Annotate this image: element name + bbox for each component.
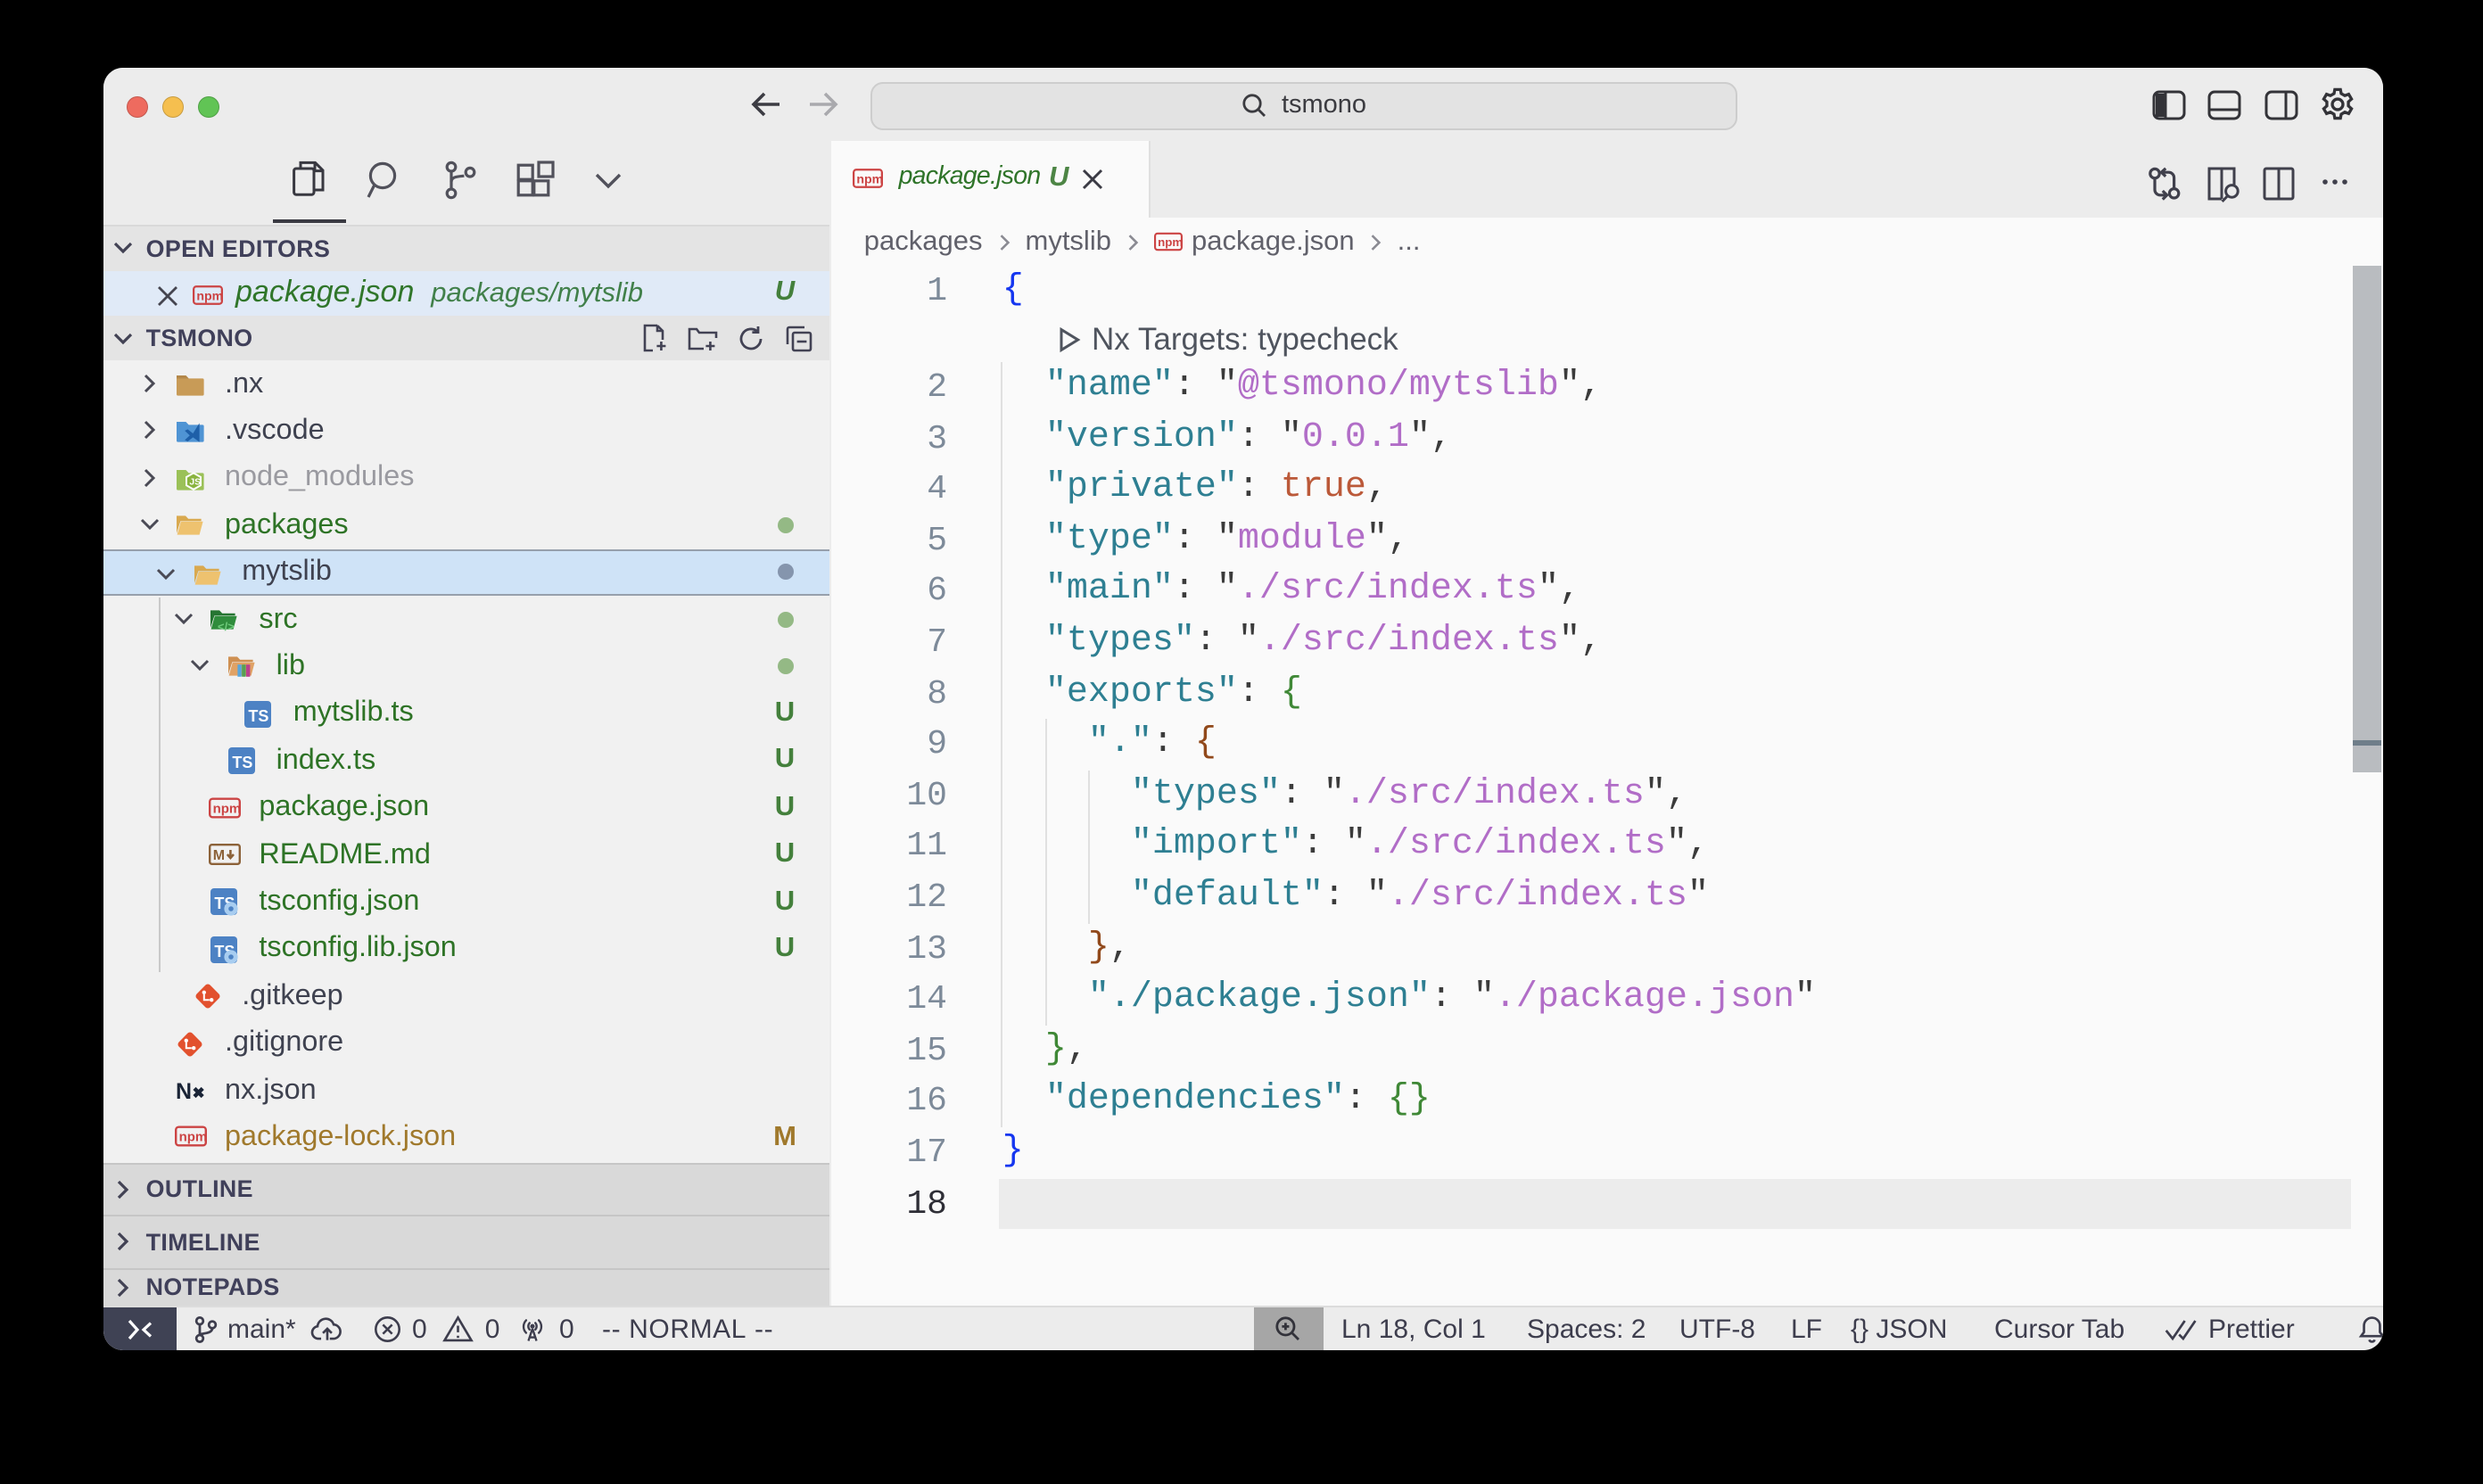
svg-text:N: N bbox=[176, 1079, 192, 1104]
svg-text:TS: TS bbox=[249, 707, 269, 725]
svg-text:npm: npm bbox=[179, 1130, 207, 1145]
svg-text:TS: TS bbox=[232, 754, 252, 772]
svg-text:npm: npm bbox=[195, 290, 222, 304]
svg-text:npm: npm bbox=[1158, 235, 1183, 249]
svg-text:JS: JS bbox=[189, 477, 201, 487]
svg-text:</>: </> bbox=[218, 620, 235, 633]
svg-text:npm: npm bbox=[213, 801, 241, 816]
svg-text:M: M bbox=[213, 848, 225, 863]
svg-text:npm: npm bbox=[856, 173, 883, 187]
